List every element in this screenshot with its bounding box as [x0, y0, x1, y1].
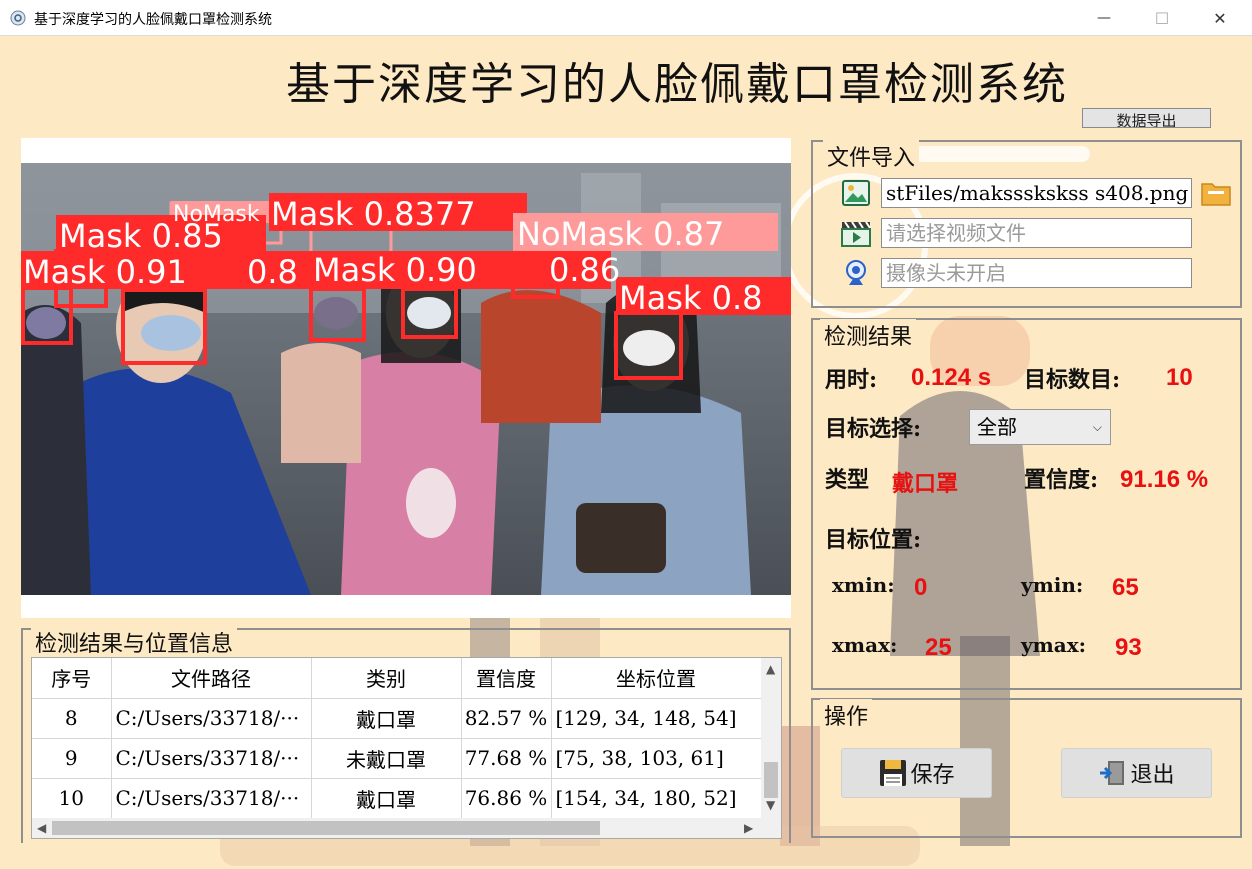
video-import-row [841, 218, 871, 248]
xmin-label: xmin: [832, 573, 895, 597]
image-icon[interactable] [841, 178, 871, 208]
cell-path: C:/Users/33718/··· [111, 778, 312, 819]
video-icon[interactable] [841, 218, 871, 248]
cell-path: C:/Users/33718/··· [111, 698, 312, 739]
exit-button[interactable]: 退出 [1061, 748, 1212, 798]
scroll-up-icon[interactable]: ▲ [766, 662, 775, 676]
cell-index: 10 [32, 778, 112, 819]
detection-label: Mask 0.8 [619, 279, 762, 317]
result-table: 序号 文件路径 类别 置信度 坐标位置 8 C:/Users/33718/···… [31, 657, 782, 839]
detection-label: NoMask 0.87 [517, 215, 724, 253]
video-path-field[interactable]: 请选择视频文件 [881, 218, 1192, 248]
ymin-value: 65 [1112, 574, 1139, 601]
webcam-icon[interactable] [841, 258, 871, 288]
cell-coords: [154, 34, 180, 52] [551, 778, 762, 819]
ymax-value: 93 [1115, 634, 1142, 661]
horizontal-scrollbar[interactable]: ◀ ▶ [32, 818, 781, 838]
table-row[interactable]: 9 C:/Users/33718/··· 未戴口罩 77.68 % [75, 3… [32, 738, 762, 779]
type-value: 戴口罩 [892, 471, 959, 497]
vertical-scroll-thumb[interactable] [764, 762, 778, 798]
column-header[interactable]: 类别 [311, 658, 462, 699]
table-row[interactable]: 8 C:/Users/33718/··· 戴口罩 82.57 % [129, 3… [32, 698, 762, 739]
detection-label: Mask 0.91 [23, 253, 187, 291]
detection-label: 0.86 [549, 251, 620, 289]
column-header[interactable]: 置信度 [461, 658, 552, 699]
cell-class: 未戴口罩 [311, 738, 462, 779]
export-data-button[interactable]: 数据导出 [1082, 108, 1211, 128]
detection-label: NoMask [173, 202, 260, 227]
xmin-value: 0 [914, 574, 928, 601]
maximize-icon: ☐ [1154, 8, 1170, 28]
cell-path: C:/Users/33718/··· [111, 738, 312, 779]
chevron-down-icon: ⌵ [1092, 420, 1102, 434]
operations-title: 操作 [820, 699, 873, 731]
vertical-scrollbar[interactable]: ▲ ▼ [761, 658, 781, 818]
save-icon [880, 760, 907, 786]
save-button[interactable]: 保存 [841, 748, 992, 798]
window-titlebar: 基于深度学习的人脸佩戴口罩检测系统 — ☐ ✕ [0, 0, 1252, 36]
file-import-title: 文件导入 [823, 140, 920, 172]
xmax-value: 25 [925, 634, 952, 661]
table-row[interactable]: 10 C:/Users/33718/··· 戴口罩 76.86 % [154, … [32, 778, 762, 819]
cell-confidence: 77.68 % [461, 738, 552, 779]
image-path-field[interactable]: stFiles/makssskskss s408.png [881, 178, 1192, 208]
column-header[interactable]: 序号 [32, 658, 112, 699]
cell-confidence: 82.57 % [461, 698, 552, 739]
cell-confidence: 76.86 % [461, 778, 552, 819]
cell-coords: [75, 38, 103, 61] [551, 738, 762, 779]
close-icon: ✕ [1213, 8, 1227, 28]
target-select-value: 全部 [977, 415, 1017, 439]
detection-label: Mask 0.8377 [271, 195, 476, 233]
save-label: 保存 [910, 763, 955, 788]
detection-label: 0.8 [247, 253, 298, 291]
app-icon [10, 10, 26, 26]
image-import-row [841, 178, 871, 208]
exit-door-icon [1100, 761, 1125, 785]
detection-label: Mask 0.90 [313, 251, 477, 289]
target-select-dropdown[interactable]: 全部 ⌵ [969, 409, 1111, 445]
minimize-button[interactable]: — [1075, 0, 1133, 36]
target-position-label: 目标位置: [825, 527, 922, 553]
window-title: 基于深度学习的人脸佩戴口罩检测系统 [34, 12, 272, 28]
exit-label: 退出 [1130, 763, 1175, 788]
time-value: 0.124 s [911, 364, 992, 391]
scroll-right-icon[interactable]: ▶ [744, 821, 753, 835]
confidence-label: 置信度: [1024, 467, 1099, 493]
confidence-value: 91.16 % [1120, 466, 1209, 493]
table-header-row: 序号 文件路径 类别 置信度 坐标位置 [32, 658, 762, 699]
scroll-left-icon[interactable]: ◀ [37, 821, 46, 835]
cell-class: 戴口罩 [311, 778, 462, 819]
ymax-label: ymax: [1021, 633, 1087, 657]
xmax-label: xmax: [832, 633, 898, 657]
minimize-icon: — [1097, 10, 1111, 26]
page-title: 基于深度学习的人脸佩戴口罩检测系统 [286, 59, 1068, 104]
folder-open-icon[interactable] [1200, 178, 1232, 208]
target-count-label: 目标数目: [1024, 367, 1121, 393]
time-label: 用时: [825, 367, 878, 393]
maximize-button[interactable]: ☐ [1133, 0, 1191, 36]
column-header[interactable]: 文件路径 [111, 658, 312, 699]
cell-class: 戴口罩 [311, 698, 462, 739]
detection-result-title: 检测结果 [820, 319, 917, 351]
result-table-title: 检测结果与位置信息 [31, 626, 238, 658]
cell-coords: [129, 34, 148, 54] [551, 698, 762, 739]
cell-index: 8 [32, 698, 112, 739]
target-select-label: 目标选择: [825, 416, 922, 442]
column-header[interactable]: 坐标位置 [551, 658, 762, 699]
camera-row [841, 258, 871, 288]
camera-status-field[interactable]: 摄像头未开启 [881, 258, 1192, 288]
horizontal-scroll-thumb[interactable] [52, 821, 600, 835]
type-label: 类型 [825, 467, 870, 493]
detection-image: Mask 0.85 NoMask Mask 0.8377 NoMask 0.87… [21, 163, 791, 595]
target-count-value: 10 [1166, 364, 1193, 391]
cell-index: 9 [32, 738, 112, 779]
scroll-down-icon[interactable]: ▼ [766, 798, 775, 812]
ymin-label: ymin: [1021, 573, 1084, 597]
close-button[interactable]: ✕ [1191, 0, 1249, 36]
